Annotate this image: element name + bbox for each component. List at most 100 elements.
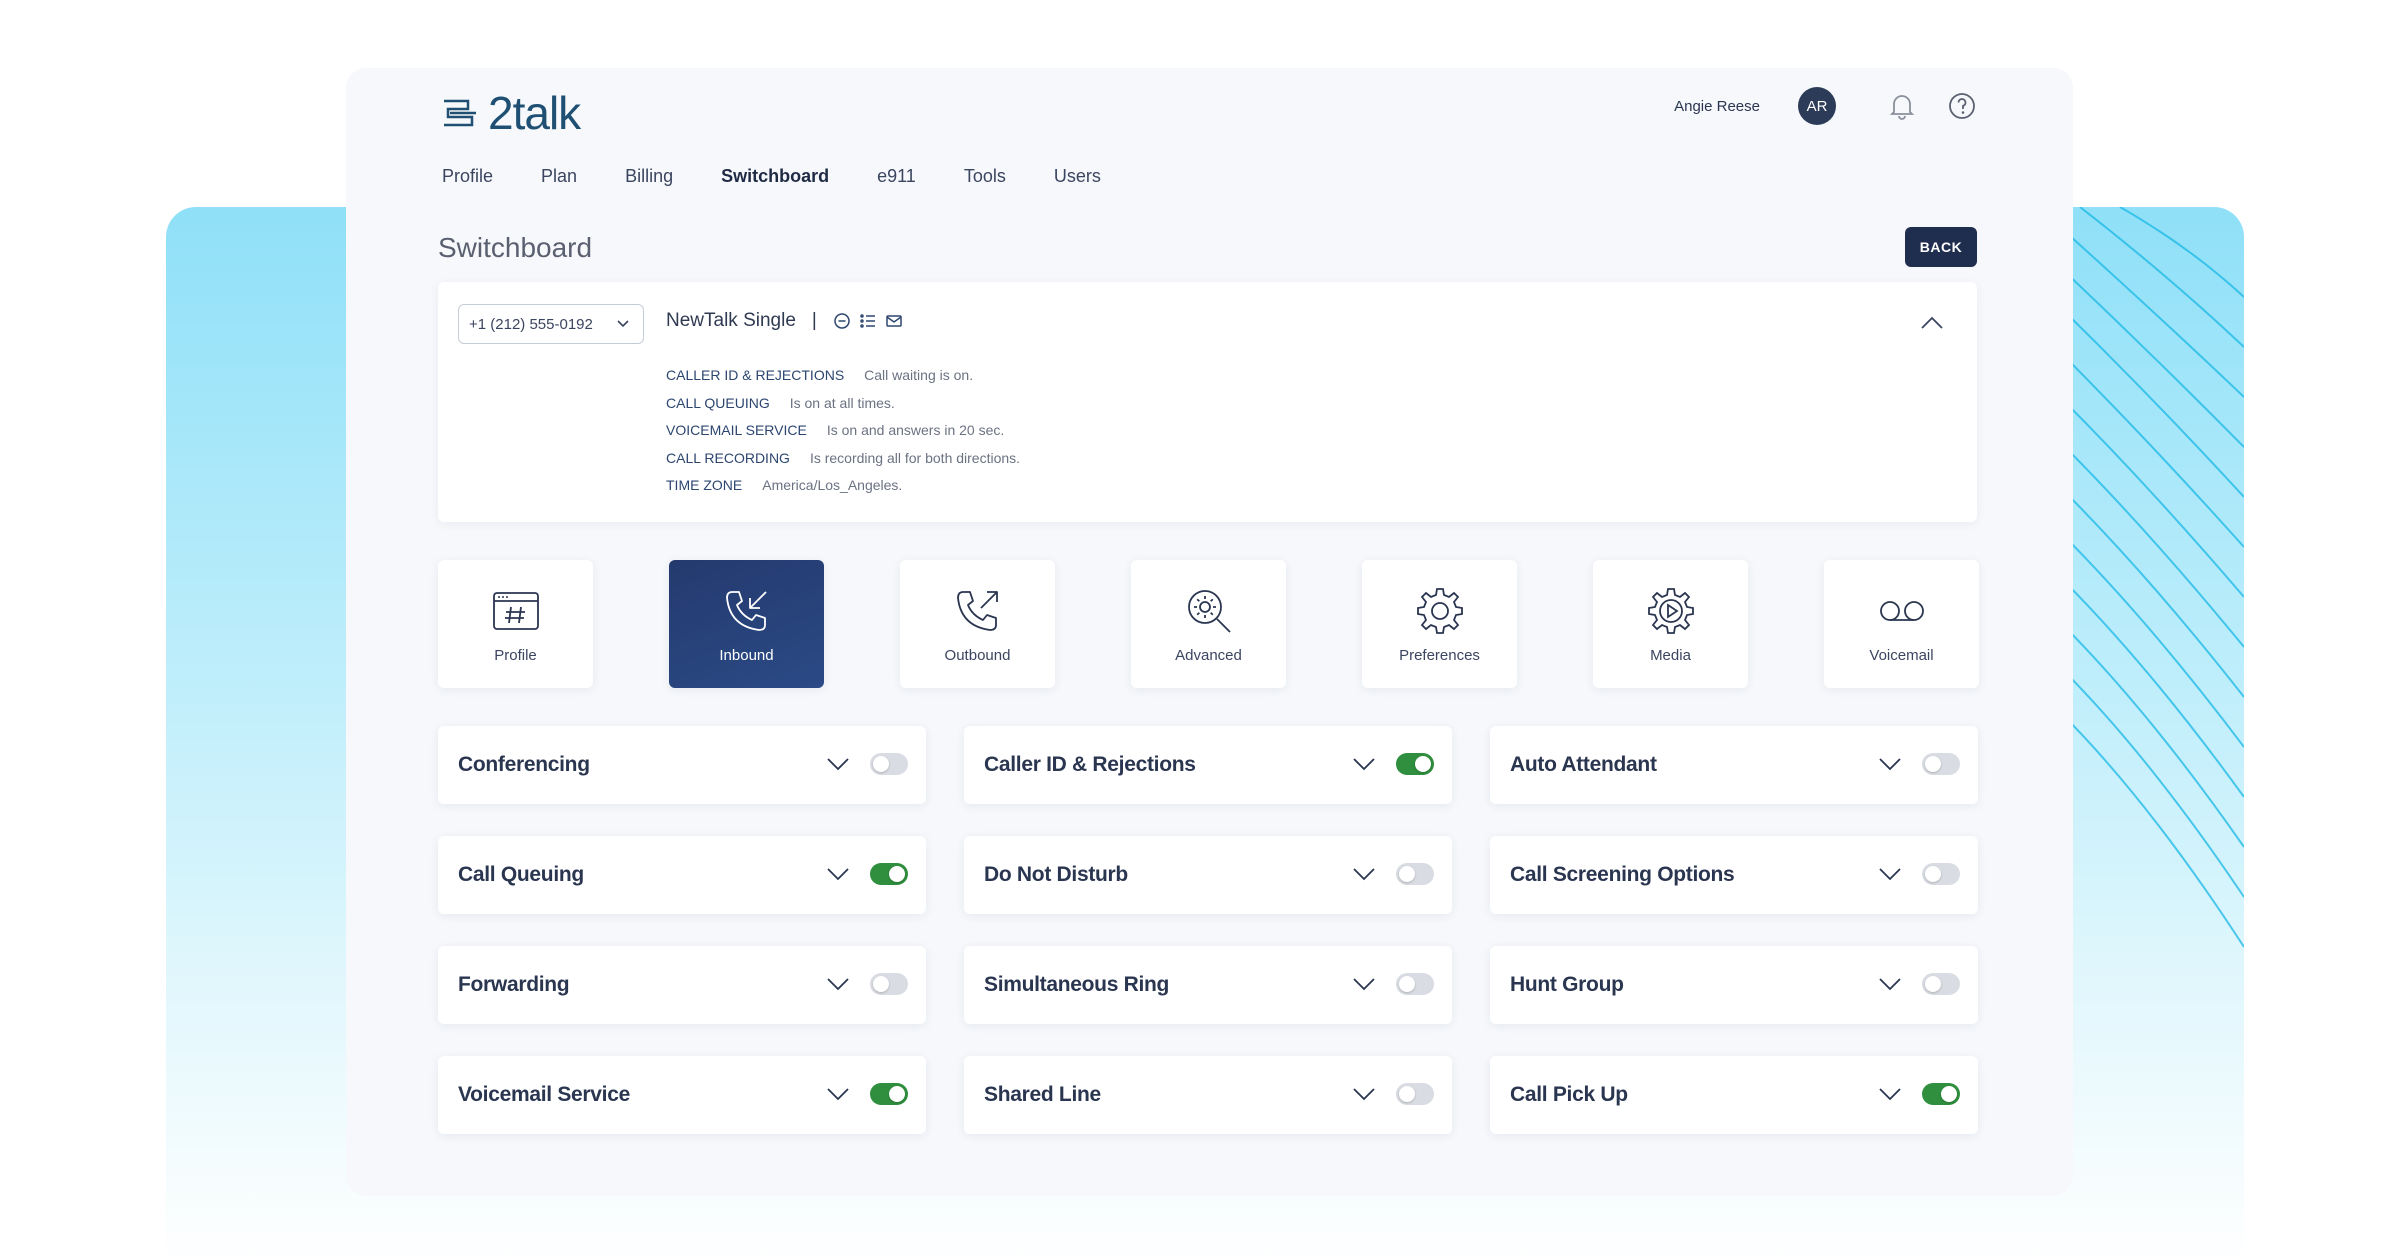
- chevron-down-icon[interactable]: [1352, 866, 1376, 882]
- chevron-down-icon[interactable]: [1352, 756, 1376, 772]
- nav-profile[interactable]: Profile: [442, 166, 493, 187]
- chevron-down-icon[interactable]: [1352, 976, 1376, 992]
- gear-play-icon: [1645, 585, 1697, 637]
- category-inbound[interactable]: Inbound: [669, 560, 824, 688]
- feature-toggle[interactable]: [870, 863, 908, 885]
- summary-key: TIME ZONE: [666, 477, 743, 493]
- feature-card-call-queuing[interactable]: Call Queuing: [438, 836, 926, 914]
- logo[interactable]: 2talk: [440, 86, 581, 140]
- feature-label: Forwarding: [458, 973, 570, 996]
- toggle-knob: [1399, 1086, 1415, 1102]
- nav-billing[interactable]: Billing: [625, 166, 673, 187]
- category-outbound[interactable]: Outbound: [900, 560, 1055, 688]
- logo-icon: [444, 99, 476, 127]
- header-actions: Angie Reese AR: [1674, 86, 1982, 126]
- summary-list: CALLER ID & REJECTIONS Call waiting is on…: [666, 362, 1020, 500]
- summary-value: Is on at all times.: [789, 394, 895, 411]
- category-media[interactable]: Media: [1593, 560, 1748, 688]
- category-label: Outbound: [944, 646, 1011, 664]
- summary-key: VOICEMAIL SERVICE: [666, 422, 807, 438]
- chevron-down-icon[interactable]: [826, 1086, 850, 1102]
- feature-card-auto-attendant[interactable]: Auto Attendant: [1490, 726, 1978, 804]
- feature-toggle[interactable]: [1922, 973, 1960, 995]
- feature-toggle[interactable]: [1396, 1083, 1434, 1105]
- feature-toggle[interactable]: [870, 973, 908, 995]
- gear-search-icon: [1183, 585, 1235, 637]
- chevron-down-icon[interactable]: [826, 756, 850, 772]
- plan-actions: [833, 312, 903, 330]
- feature-card-call-pick-up[interactable]: Call Pick Up: [1490, 1056, 1978, 1134]
- feature-label: Auto Attendant: [1510, 753, 1657, 776]
- summary-row: CALL RECORDING Is recording all for both …: [666, 445, 1020, 473]
- avatar[interactable]: AR: [1798, 87, 1836, 125]
- back-button[interactable]: BACK: [1905, 227, 1977, 267]
- plan-line: NewTalk Single |: [666, 310, 903, 332]
- phone-inbound-icon: [721, 585, 773, 637]
- notification-bell-icon[interactable]: [1882, 86, 1922, 126]
- chevron-down-icon[interactable]: [826, 866, 850, 882]
- toggle-knob: [1399, 976, 1415, 992]
- feature-card-call-screening-options[interactable]: Call Screening Options: [1490, 836, 1978, 914]
- user-name[interactable]: Angie Reese: [1674, 98, 1760, 115]
- category-voicemail[interactable]: Voicemail: [1824, 560, 1979, 688]
- category-label: Media: [1650, 646, 1691, 664]
- chevron-down-icon[interactable]: [826, 976, 850, 992]
- feature-label: Do Not Disturb: [984, 863, 1128, 886]
- nav-switchboard[interactable]: Switchboard: [721, 166, 829, 187]
- summary-row: TIME ZONE America/Los_Angeles.: [666, 472, 1020, 500]
- category-profile[interactable]: Profile: [438, 560, 593, 688]
- feature-card-conferencing[interactable]: Conferencing: [438, 726, 926, 804]
- feature-card-shared-line[interactable]: Shared Line: [964, 1056, 1452, 1134]
- chevron-down-icon[interactable]: [1878, 756, 1902, 772]
- summary-key: CALL QUEUING: [666, 394, 770, 411]
- category-preferences[interactable]: Preferences: [1362, 560, 1517, 688]
- chevron-down-icon[interactable]: [1878, 1086, 1902, 1102]
- feature-toggle[interactable]: [870, 753, 908, 775]
- decorative-lines: [2060, 207, 2244, 948]
- feature-toggle[interactable]: [1922, 863, 1960, 885]
- chevron-down-icon[interactable]: [1878, 976, 1902, 992]
- feature-toggle[interactable]: [1396, 863, 1434, 885]
- category-advanced[interactable]: Advanced: [1131, 560, 1286, 688]
- hash-window-icon: [490, 585, 542, 637]
- list-icon[interactable]: [859, 312, 877, 330]
- category-tiles: Profile Inbound Outbound Advanced Prefer…: [438, 560, 1979, 688]
- feature-label: Conferencing: [458, 753, 590, 776]
- feature-toggle[interactable]: [1922, 753, 1960, 775]
- page-title: Switchboard: [438, 232, 593, 263]
- chevron-up-icon[interactable]: [1917, 308, 1947, 338]
- phone-number-select[interactable]: +1 (212) 555-0192: [458, 304, 644, 344]
- feature-grid: Conferencing Caller ID & Rejections Auto…: [438, 726, 1978, 1134]
- feature-card-caller-id-rejections[interactable]: Caller ID & Rejections: [964, 726, 1452, 804]
- feature-card-hunt-group[interactable]: Hunt Group: [1490, 946, 1978, 1024]
- nav-tools[interactable]: Tools: [964, 166, 1006, 187]
- minus-circle-icon[interactable]: [833, 312, 851, 330]
- feature-card-do-not-disturb[interactable]: Do Not Disturb: [964, 836, 1452, 914]
- feature-card-voicemail-service[interactable]: Voicemail Service: [438, 1056, 926, 1134]
- feature-toggle[interactable]: [1396, 753, 1434, 775]
- feature-label: Shared Line: [984, 1083, 1101, 1106]
- chevron-down-icon[interactable]: [1878, 866, 1902, 882]
- toggle-knob: [873, 976, 889, 992]
- main-nav: Profile Plan Billing Switchboard e911 To…: [442, 166, 1149, 187]
- toggle-knob: [889, 866, 905, 882]
- feature-label: Caller ID & Rejections: [984, 753, 1196, 776]
- feature-toggle[interactable]: [1922, 1083, 1960, 1105]
- toggle-knob: [1399, 866, 1415, 882]
- feature-toggle[interactable]: [870, 1083, 908, 1105]
- toggle-knob: [873, 756, 889, 772]
- help-icon[interactable]: [1942, 86, 1982, 126]
- mail-icon[interactable]: [885, 312, 903, 330]
- nav-e911[interactable]: e911: [877, 166, 916, 187]
- voicemail-icon: [1876, 585, 1928, 637]
- toggle-knob: [1925, 756, 1941, 772]
- number-info-card: +1 (212) 555-0192 NewTalk Single | CALLE…: [438, 282, 1977, 522]
- feature-card-forwarding[interactable]: Forwarding: [438, 946, 926, 1024]
- feature-toggle[interactable]: [1396, 973, 1434, 995]
- nav-plan[interactable]: Plan: [541, 166, 577, 187]
- nav-users[interactable]: Users: [1054, 166, 1101, 187]
- chevron-down-icon[interactable]: [1352, 1086, 1376, 1102]
- feature-card-simultaneous-ring[interactable]: Simultaneous Ring: [964, 946, 1452, 1024]
- toggle-knob: [1925, 866, 1941, 882]
- plan-name: NewTalk Single: [666, 310, 796, 331]
